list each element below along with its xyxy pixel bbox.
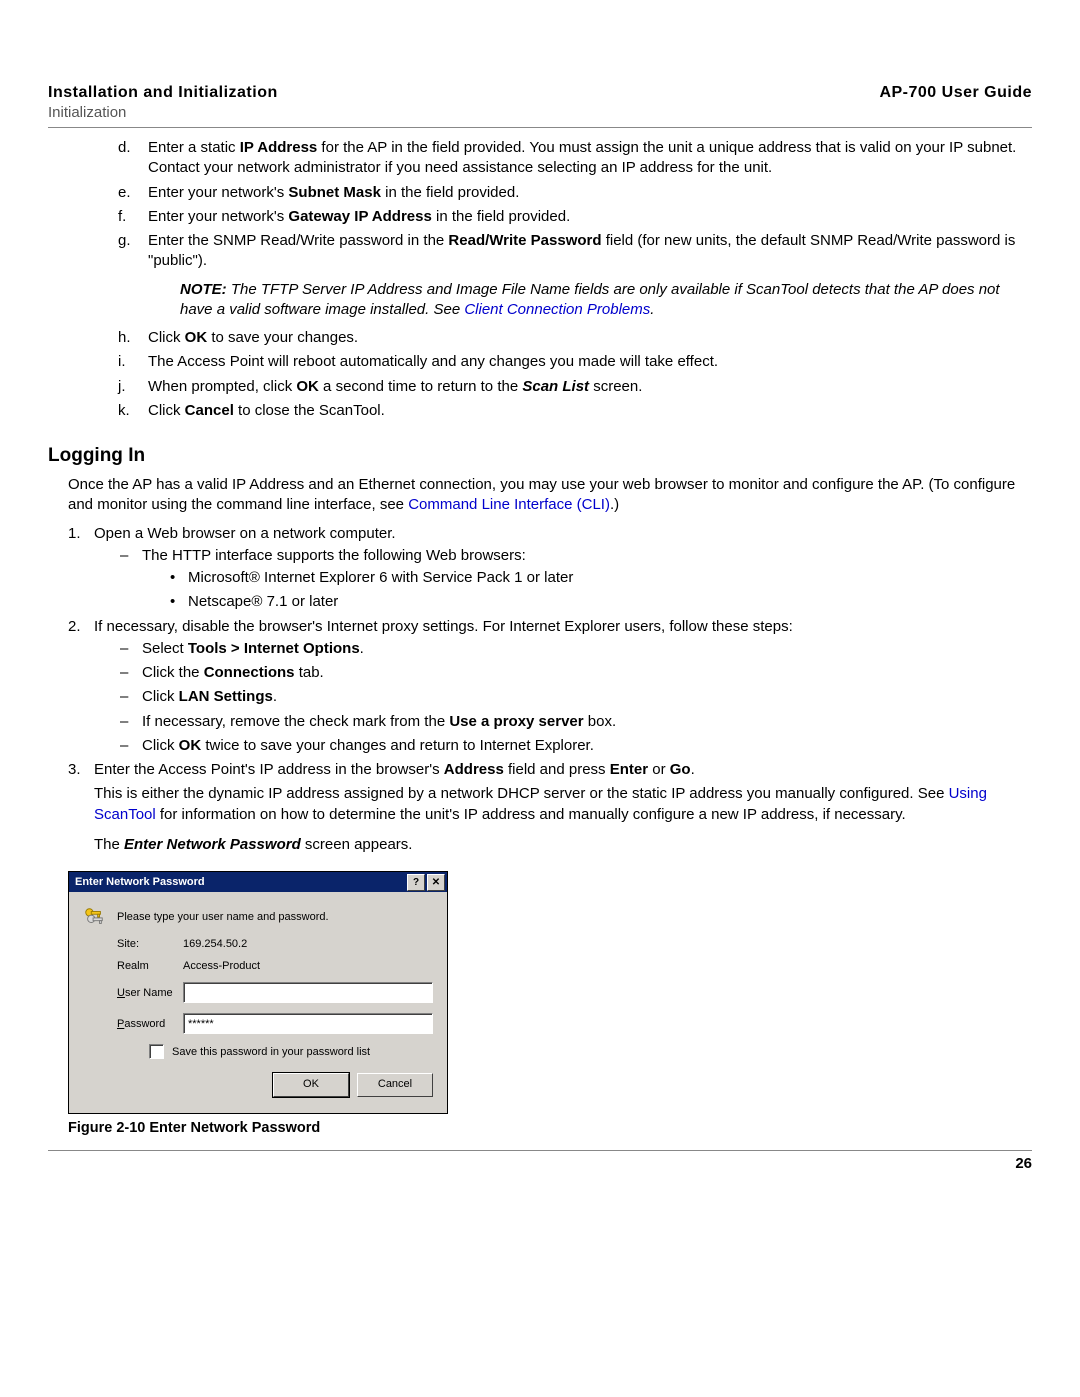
header-subsection: Initialization — [48, 104, 1032, 121]
step-f: Enter your network's Gateway IP Address … — [118, 207, 1032, 227]
substeps-list: Enter a static IP Address for the AP in … — [118, 138, 1032, 421]
ok-button[interactable]: OK — [273, 1073, 349, 1097]
link-client-problems[interactable]: Client Connection Problems — [464, 301, 650, 318]
cancel-button[interactable]: Cancel — [357, 1073, 433, 1097]
header-guide: AP-700 User Guide — [879, 84, 1032, 102]
header-section: Installation and Initialization — [48, 84, 278, 102]
realm-label: Realm — [117, 960, 183, 972]
site-label: Site: — [117, 938, 183, 950]
logging-intro: Once the AP has a valid IP Address and a… — [68, 475, 1032, 516]
dialog-title-text: Enter Network Password — [75, 876, 205, 888]
realm-value: Access-Product — [183, 960, 433, 972]
page-number: 26 — [1015, 1155, 1032, 1172]
link-cli[interactable]: Command Line Interface (CLI) — [408, 496, 610, 513]
help-icon[interactable]: ? — [407, 874, 425, 891]
browser-ie: Microsoft® Internet Explorer 6 with Serv… — [170, 568, 1032, 588]
section-logging-in: Logging In — [48, 445, 1032, 467]
password-label: Password — [117, 1018, 183, 1030]
logging-step-3: Enter the Access Point's IP address in t… — [68, 760, 1032, 855]
close-icon[interactable]: ✕ — [427, 874, 445, 891]
username-input[interactable] — [183, 982, 433, 1003]
header-rule — [48, 127, 1032, 128]
step-k: Click Cancel to close the ScanTool. — [118, 401, 1032, 421]
site-value: 169.254.50.2 — [183, 938, 433, 950]
enter-network-password-dialog: Enter Network Password ? ✕ — [68, 871, 448, 1114]
dialog-instruction: Please type your user name and password. — [117, 911, 329, 923]
browser-netscape: Netscape® 7.1 or later — [170, 592, 1032, 612]
step-e: Enter your network's Subnet Mask in the … — [118, 183, 1032, 203]
page-footer: 26 — [48, 1150, 1032, 1172]
username-label: User Name — [117, 987, 183, 999]
figure-caption: Figure 2-10 Enter Network Password — [68, 1120, 1032, 1136]
logging-step-1: Open a Web browser on a network computer… — [68, 524, 1032, 613]
logging-steps: Open a Web browser on a network computer… — [68, 524, 1032, 856]
save-password-label: Save this password in your password list — [172, 1046, 370, 1058]
step-d: Enter a static IP Address for the AP in … — [118, 138, 1032, 179]
step-j: When prompted, click OK a second time to… — [118, 377, 1032, 397]
step-g: Enter the SNMP Read/Write password in th… — [118, 231, 1032, 320]
logging-step-2: If necessary, disable the browser's Inte… — [68, 617, 1032, 757]
password-input[interactable] — [183, 1013, 433, 1034]
dialog-titlebar: Enter Network Password ? ✕ — [69, 872, 447, 892]
keys-icon — [83, 906, 105, 928]
save-password-checkbox[interactable] — [149, 1044, 164, 1059]
step-g-note: NOTE: The TFTP Server IP Address and Ima… — [180, 280, 1032, 321]
step-h: Click OK to save your changes. — [118, 328, 1032, 348]
step-i: The Access Point will reboot automatical… — [118, 352, 1032, 372]
